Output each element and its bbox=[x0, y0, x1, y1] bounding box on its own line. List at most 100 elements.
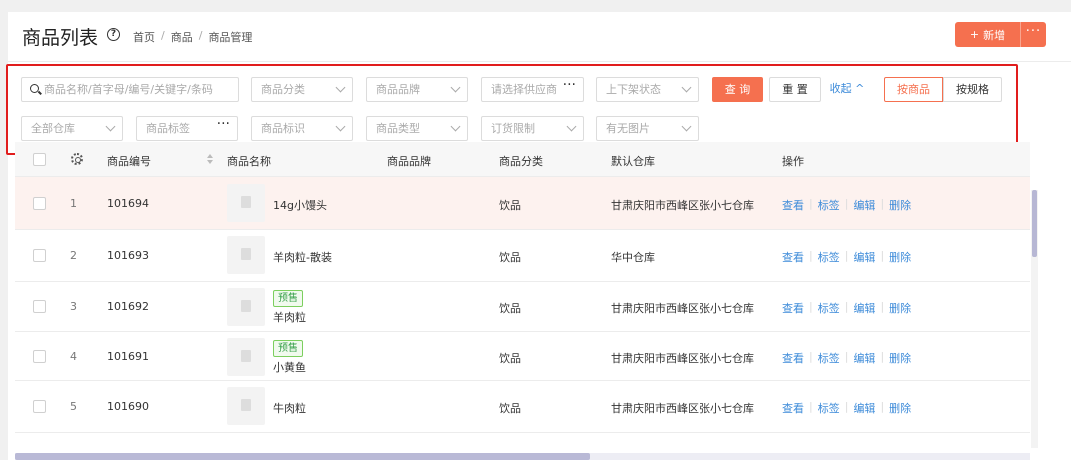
table-row[interactable]: 1 101694 14g小馒头 饮品 甘肃庆阳市西峰区张小七仓库 查看 | 标签 |… bbox=[15, 177, 1030, 230]
row-actions: 查看 | 标签 | 编辑 | 删除 bbox=[782, 249, 911, 265]
select-all-checkbox[interactable] bbox=[33, 153, 46, 166]
sort-icon[interactable] bbox=[207, 154, 213, 166]
view-by-product-toggle[interactable]: 按商品 bbox=[884, 77, 943, 102]
view-link[interactable]: 查看 bbox=[782, 400, 804, 416]
collapse-button[interactable]: 收起 ^ bbox=[826, 77, 868, 102]
page-header: 商品列表 ? 首页 / 商品 / 商品管理 + 新增 ··· bbox=[8, 12, 1071, 62]
more-options-button[interactable]: ··· bbox=[1020, 22, 1046, 47]
product-code: 101692 bbox=[107, 300, 149, 313]
brand-select-label: 商品品牌 bbox=[376, 83, 420, 96]
product-code: 101693 bbox=[107, 249, 149, 262]
table-row[interactable]: 5 101690 牛肉粒 饮品 甘肃庆阳市西峰区张小七仓库 查看 | 标签 | 编辑… bbox=[15, 381, 1030, 433]
shelf-status-select-label: 上下架状态 bbox=[606, 83, 661, 96]
tag-link[interactable]: 标签 bbox=[818, 400, 840, 416]
ellipsis-icon: ··· bbox=[216, 116, 230, 132]
horizontal-scrollbar-thumb[interactable] bbox=[15, 453, 590, 460]
product-category: 饮品 bbox=[499, 199, 521, 212]
search-icon bbox=[30, 84, 39, 93]
presale-badge: 预售 bbox=[273, 290, 303, 307]
mark-select[interactable]: 商品标识 bbox=[251, 116, 353, 141]
has-image-select[interactable]: 有无图片 bbox=[596, 116, 699, 141]
view-link[interactable]: 查看 bbox=[782, 350, 804, 366]
shelf-status-select[interactable]: 上下架状态 bbox=[596, 77, 699, 102]
action-separator: | bbox=[844, 400, 849, 413]
product-code: 101691 bbox=[107, 350, 149, 363]
edit-link[interactable]: 编辑 bbox=[853, 300, 875, 316]
action-separator: | bbox=[809, 350, 813, 363]
help-icon[interactable]: ? bbox=[107, 28, 120, 41]
column-header-name: 商品名称 bbox=[227, 155, 271, 168]
column-header-code: 商品编号 bbox=[107, 155, 151, 168]
category-select-label: 商品分类 bbox=[261, 83, 305, 96]
view-link[interactable]: 查看 bbox=[782, 300, 804, 316]
warehouse-select-label: 全部仓库 bbox=[31, 122, 75, 135]
chevron-down-icon bbox=[105, 121, 116, 132]
new-button[interactable]: + 新增 bbox=[955, 22, 1020, 47]
delete-link[interactable]: 删除 bbox=[889, 350, 911, 366]
tag-select[interactable]: 商品标签 ··· bbox=[136, 116, 238, 141]
chevron-down-icon bbox=[335, 82, 346, 93]
action-separator: | bbox=[880, 197, 885, 210]
supplier-select-label: 请选择供应商 bbox=[491, 83, 557, 96]
gear-icon[interactable] bbox=[71, 153, 83, 165]
chevron-down-icon bbox=[566, 121, 577, 132]
search-input[interactable]: 商品名称/首字母/编号/关键字/条码 bbox=[21, 77, 239, 102]
chevron-down-icon bbox=[681, 121, 692, 132]
breadcrumb-product[interactable]: 商品 bbox=[171, 29, 193, 45]
delete-link[interactable]: 删除 bbox=[889, 197, 911, 213]
action-separator: | bbox=[809, 400, 813, 413]
tag-link[interactable]: 标签 bbox=[818, 300, 840, 316]
view-link[interactable]: 查看 bbox=[782, 197, 804, 213]
order-limit-select[interactable]: 订货限制 bbox=[481, 116, 584, 141]
tag-link[interactable]: 标签 bbox=[818, 249, 840, 265]
delete-link[interactable]: 删除 bbox=[889, 249, 911, 265]
column-header-actions: 操作 bbox=[782, 155, 804, 168]
product-category: 饮品 bbox=[499, 302, 521, 315]
row-index: 2 bbox=[70, 249, 77, 262]
edit-link[interactable]: 编辑 bbox=[853, 249, 875, 265]
chevron-up-icon: ^ bbox=[855, 82, 865, 95]
breadcrumb-home[interactable]: 首页 bbox=[133, 29, 155, 45]
table-row[interactable]: 2 101693 羊肉粒-散装 饮品 华中仓库 查看 | 标签 | 编辑 | 删除 bbox=[15, 230, 1030, 282]
edit-link[interactable]: 编辑 bbox=[853, 400, 875, 416]
row-actions: 查看 | 标签 | 编辑 | 删除 bbox=[782, 300, 911, 316]
table-row[interactable]: 3 101692 预售 羊肉粒 饮品 甘肃庆阳市西峰区张小七仓库 查看 | 标签 |… bbox=[15, 282, 1030, 332]
category-select[interactable]: 商品分类 bbox=[251, 77, 353, 102]
table-row[interactable]: 4 101691 预售 小黄鱼 饮品 甘肃庆阳市西峰区张小七仓库 查看 | 标签 |… bbox=[15, 332, 1030, 381]
tag-link[interactable]: 标签 bbox=[818, 350, 840, 366]
delete-link[interactable]: 删除 bbox=[889, 400, 911, 416]
action-separator: | bbox=[844, 249, 849, 262]
row-checkbox[interactable] bbox=[33, 350, 46, 363]
brand-select[interactable]: 商品品牌 bbox=[366, 77, 468, 102]
row-index: 1 bbox=[70, 197, 77, 210]
action-separator: | bbox=[809, 197, 813, 210]
row-checkbox[interactable] bbox=[33, 249, 46, 262]
supplier-select[interactable]: 请选择供应商 ··· bbox=[481, 77, 584, 102]
query-button[interactable]: 查 询 bbox=[712, 77, 763, 102]
vertical-scrollbar-thumb[interactable] bbox=[1032, 190, 1037, 257]
delete-link[interactable]: 删除 bbox=[889, 300, 911, 316]
row-actions: 查看 | 标签 | 编辑 | 删除 bbox=[782, 350, 911, 366]
column-header-category: 商品分类 bbox=[499, 155, 543, 168]
product-code: 101690 bbox=[107, 400, 149, 413]
ellipsis-icon: ··· bbox=[562, 77, 576, 93]
view-by-spec-toggle[interactable]: 按规格 bbox=[943, 77, 1002, 102]
edit-link[interactable]: 编辑 bbox=[853, 197, 875, 213]
tag-link[interactable]: 标签 bbox=[818, 197, 840, 213]
view-link[interactable]: 查看 bbox=[782, 249, 804, 265]
reset-button[interactable]: 重 置 bbox=[769, 77, 821, 102]
breadcrumb-separator: / bbox=[198, 29, 203, 42]
edit-link[interactable]: 编辑 bbox=[853, 350, 875, 366]
product-name: 羊肉粒 bbox=[273, 311, 306, 324]
product-category: 饮品 bbox=[499, 402, 521, 415]
warehouse-select[interactable]: 全部仓库 bbox=[21, 116, 123, 141]
row-checkbox[interactable] bbox=[33, 400, 46, 413]
chevron-down-icon bbox=[450, 82, 461, 93]
row-checkbox[interactable] bbox=[33, 197, 46, 210]
type-select[interactable]: 商品类型 bbox=[366, 116, 468, 141]
row-checkbox[interactable] bbox=[33, 300, 46, 313]
has-image-select-label: 有无图片 bbox=[606, 122, 650, 135]
page-title: 商品列表 bbox=[22, 27, 99, 49]
search-placeholder: 商品名称/首字母/编号/关键字/条码 bbox=[44, 83, 213, 96]
type-select-label: 商品类型 bbox=[376, 122, 420, 135]
